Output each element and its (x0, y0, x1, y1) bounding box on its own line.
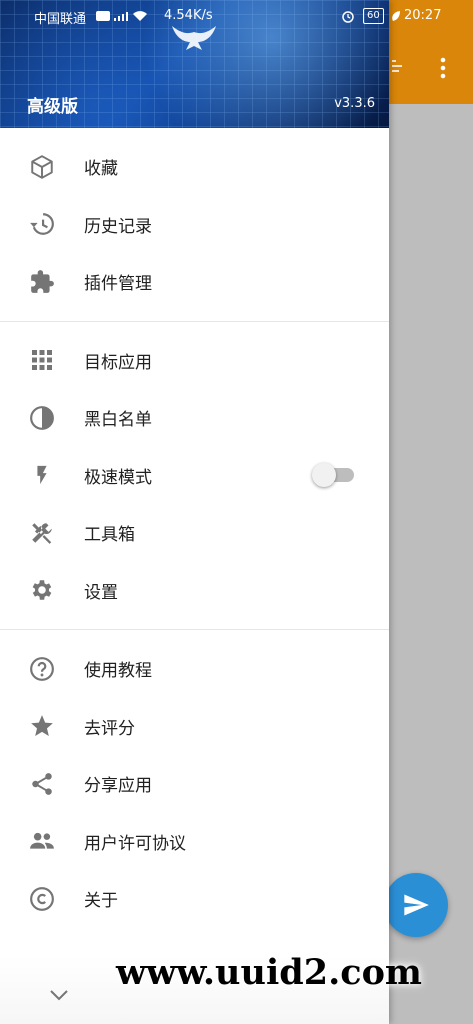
menu-item-label: 插件管理 (84, 274, 152, 295)
people-icon (28, 827, 56, 855)
alarm-icon (342, 11, 354, 23)
signal-wifi-icons (96, 11, 147, 21)
edition-title: 高级版 (27, 97, 78, 117)
menu-item-favorites[interactable]: 收藏 (0, 138, 389, 196)
menu-item-label: 工具箱 (84, 525, 135, 546)
menu-item-label: 目标应用 (84, 352, 152, 373)
menu-item-rate[interactable]: 去评分 (0, 698, 389, 756)
contrast-icon (28, 404, 56, 432)
more-vert-icon[interactable] (436, 56, 450, 80)
menu-item-label: 历史记录 (84, 216, 152, 237)
menu-item-label: 关于 (84, 891, 118, 912)
history-icon (28, 210, 56, 238)
clock: 20:27 (404, 8, 442, 23)
battery-level: 60 (363, 8, 384, 24)
cube-icon (28, 153, 56, 181)
flash-icon (28, 461, 56, 489)
network-speed: 4.54K/s (164, 8, 213, 23)
menu-group-tools: 目标应用 黑白名单 极速模式 工具箱 设置 (0, 322, 389, 630)
menu-item-settings[interactable]: 设置 (0, 562, 389, 620)
menu-item-target-apps[interactable]: 目标应用 (0, 332, 389, 390)
menu-item-blackwhite-list[interactable]: 黑白名单 (0, 389, 389, 447)
menu-item-plugins[interactable]: 插件管理 (0, 253, 389, 311)
menu-item-license[interactable]: 用户许可协议 (0, 813, 389, 871)
turbo-mode-toggle[interactable] (312, 463, 354, 488)
watermark-text: www.uuid2.com (116, 952, 422, 993)
status-bar: 中国联通 4.54K/s 60 20:27 (0, 0, 473, 32)
star-icon (28, 712, 56, 740)
menu-item-label: 用户许可协议 (84, 833, 186, 854)
menu-item-turbo-mode[interactable]: 极速模式 (0, 447, 389, 505)
navigation-drawer: 高级版 v3.3.6 收藏 历史记录 插件管理 目标应用 黑白名单 极速模式 工… (0, 0, 389, 1024)
filter-icon[interactable] (392, 58, 408, 74)
menu-item-label: 分享应用 (84, 776, 152, 797)
menu-item-label: 设置 (84, 582, 118, 603)
grid-icon (28, 346, 56, 374)
puzzle-icon (28, 268, 56, 296)
menu-item-toolbox[interactable]: 工具箱 (0, 504, 389, 562)
help-icon (28, 655, 56, 683)
watermark: www.uuid2.com (82, 912, 473, 1024)
menu-item-label: 收藏 (84, 159, 118, 180)
menu-item-label: 极速模式 (84, 467, 152, 488)
menu-item-label: 去评分 (84, 718, 135, 739)
menu-item-label: 使用教程 (84, 661, 152, 682)
copyright-icon (28, 885, 56, 913)
share-icon (28, 770, 56, 798)
menu-item-tutorial[interactable]: 使用教程 (0, 640, 389, 698)
power-saving-icon (392, 11, 400, 21)
tools-icon (28, 519, 56, 547)
menu-item-history[interactable]: 历史记录 (0, 196, 389, 254)
chevron-down-icon[interactable] (48, 988, 70, 1002)
menu-item-share[interactable]: 分享应用 (0, 755, 389, 813)
menu-group-main: 收藏 历史记录 插件管理 (0, 128, 389, 321)
version-label: v3.3.6 (334, 96, 375, 111)
menu-item-label: 黑白名单 (84, 410, 152, 431)
carrier-label: 中国联通 (34, 12, 87, 27)
menu-group-info: 使用教程 去评分 分享应用 用户许可协议 关于 (0, 630, 389, 938)
gear-icon (28, 576, 56, 604)
